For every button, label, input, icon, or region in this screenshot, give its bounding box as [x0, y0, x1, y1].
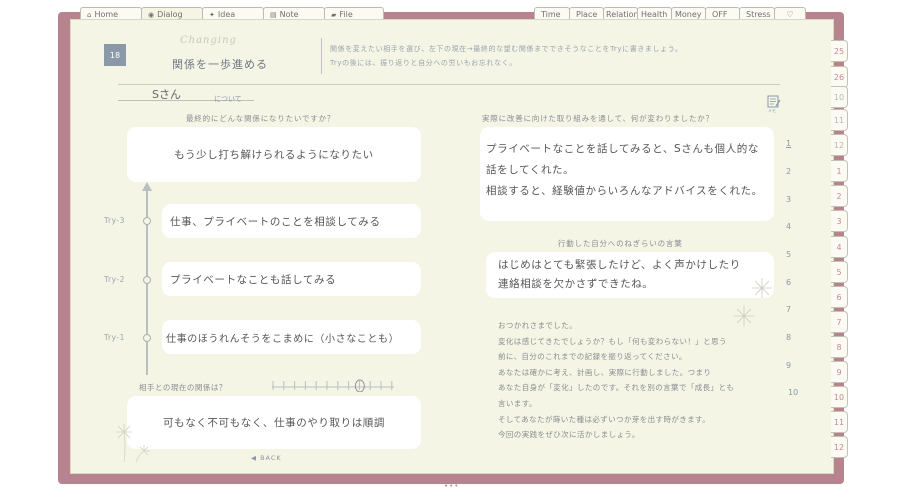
try-3-dot	[143, 217, 151, 225]
line-number: 1	[786, 139, 792, 148]
memo-icon[interactable]	[767, 94, 781, 108]
dandelion-decoration	[116, 424, 150, 463]
more-indicator: •••	[444, 482, 460, 490]
side-tab-7[interactable]: 7	[831, 311, 848, 333]
side-tab-12[interactable]: 12	[831, 134, 848, 156]
line-number: 8	[786, 333, 792, 342]
try-3-text: 仕事、プライベートのことを相談してみる	[170, 215, 381, 228]
line-number: 9	[786, 361, 792, 370]
try-1-field[interactable]: 仕事のほうれんそうをこまめに（小さなことも）	[162, 320, 421, 354]
lightbulb-icon: ✦	[209, 10, 215, 19]
instructions: 関係を変えたい相手を選び、左下の現在→最終的な望む関係までできそうなことをTry…	[330, 45, 683, 67]
try-1-label: Try-1	[104, 333, 125, 342]
line-number: 3	[786, 195, 792, 204]
side-tab-1[interactable]: 1	[831, 160, 848, 182]
line-number: 6	[786, 278, 792, 287]
line-number: 5	[786, 250, 792, 259]
try-2-dot	[143, 276, 151, 284]
line-number: 2	[786, 167, 792, 176]
try-1-text: 仕事のほうれんそうをこまめに（小さなことも）	[166, 333, 400, 345]
try-3-field[interactable]: 仕事、プライベートのことを相談してみる	[162, 204, 421, 238]
side-tab-10[interactable]: 10	[831, 86, 848, 108]
side-tab-9[interactable]: 9	[831, 361, 848, 383]
change-answer-line-2: 話をしてくれた。	[486, 164, 575, 176]
page-number-badge: 18	[104, 44, 126, 66]
person-suffix: について	[214, 95, 242, 103]
side-tab-12[interactable]: 12	[831, 436, 848, 458]
change-answer-line-1: プライベートなことを話してみると、Sさんも個人的な	[486, 143, 759, 155]
side-tab-11[interactable]: 11	[831, 109, 848, 131]
line-number: 4	[786, 222, 792, 231]
side-tab-year-marker: Y	[837, 35, 842, 43]
goal-answer-field[interactable]: もう少し打ち解けられるようになりたい	[127, 127, 421, 182]
line-number: 7	[786, 305, 792, 314]
side-tab-6[interactable]: 6	[831, 286, 848, 308]
page-title: 関係を一歩進める	[172, 58, 268, 71]
note-icon: ▤	[270, 10, 277, 19]
try-1-dot	[143, 334, 151, 342]
memo-label: メモ	[768, 108, 776, 113]
home-icon: ⌂	[87, 10, 92, 19]
header-divider	[321, 38, 322, 74]
praise-line-1: はじめはとても緊張したけど、よく声かけしたり	[498, 259, 741, 271]
side-tab-2[interactable]: 2	[831, 185, 848, 207]
side-tab-10[interactable]: 10	[831, 386, 848, 408]
praise-question: 行動した自分へのねぎらいの言葉	[558, 239, 683, 248]
header-rule	[118, 84, 780, 85]
try-3-label: Try-3	[104, 216, 125, 225]
back-link[interactable]: ◀ BACK	[251, 454, 282, 462]
try-2-field[interactable]: プライベートなことも話してみる	[162, 262, 421, 296]
side-tab-26[interactable]: 26	[831, 66, 848, 88]
current-answer-text: 可もなく不可もなく、仕事のやり取りは順調	[163, 417, 385, 429]
current-answer-field[interactable]: 可もなく不可もなく、仕事のやり取りは順調	[127, 396, 421, 449]
script-subtitle: Changing	[180, 35, 237, 46]
dialog-icon: ◉	[148, 10, 155, 19]
change-question: 実際に改善に向けた取り組みを通して、何が変わりましたか？	[482, 114, 714, 123]
relation-level-slider[interactable]	[270, 378, 396, 392]
try-2-text: プライベートなことも話してみる	[170, 273, 337, 286]
goal-question: 最終的にどんな関係になりたいですか？	[186, 114, 336, 123]
change-answer-line-3: 相談すると、経験値からいろんなアドバイスをくれた。	[486, 185, 763, 197]
side-tab-11[interactable]: 11	[831, 411, 848, 433]
side-tab-8[interactable]: 8	[831, 336, 848, 358]
folder-icon: ▰	[331, 10, 337, 19]
heart-icon: ♡	[786, 10, 794, 19]
goal-answer-text: もう少し打ち解けられるようになりたい	[174, 149, 374, 161]
praise-answer-field[interactable]: はじめはとても緊張したけど、よく声かけしたり 連絡相談を欠かさずできたね。	[486, 252, 774, 298]
try-2-label: Try-2	[104, 275, 125, 284]
feedback-message: おつかれさまでした。 変化は感じてきたでしょうか？もし「何も変わらない！」と思う…	[498, 321, 735, 440]
side-tab-4[interactable]: 4	[831, 236, 848, 258]
side-tab-3[interactable]: 3	[831, 210, 848, 232]
side-tab-5[interactable]: 5	[831, 261, 848, 283]
current-relation-question: 相手との現在の関係は？	[139, 383, 227, 392]
change-answer-field[interactable]: プライベートなことを話してみると、Sさんも個人的な 話をしてくれた。 相談すると…	[480, 127, 774, 221]
line-number: 10	[788, 388, 799, 397]
